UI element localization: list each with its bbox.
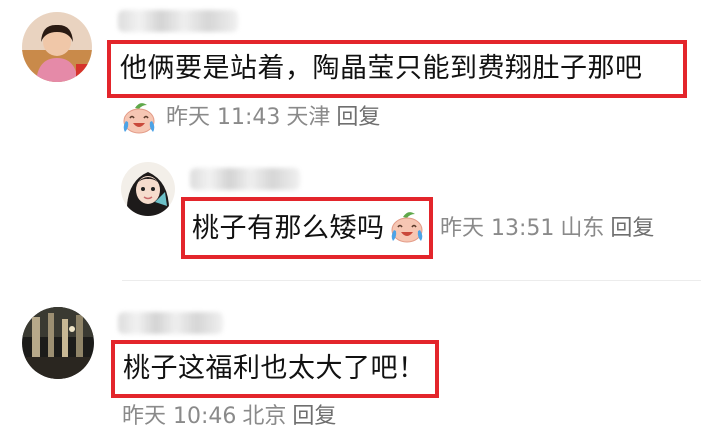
reply-button[interactable]: 回复 — [292, 404, 336, 429]
avatar-user-2[interactable] — [121, 162, 175, 216]
timestamp: 昨天 11:43 — [166, 105, 281, 130]
timestamp: 昨天 10:46 — [122, 404, 237, 429]
blurred-username-1 — [118, 10, 238, 32]
location: 北京 — [242, 404, 287, 429]
comment-text-2: 桃子有那么矮吗 — [192, 213, 385, 244]
timestamp: 昨天 13:51 — [440, 216, 555, 241]
comment-text-3: 桃子这福利也太大了吧！ — [123, 353, 426, 384]
comment-text-1: 他俩要是站着，陶晶莹只能到费翔肚子那吧 — [120, 53, 643, 84]
comment-meta-3: 昨天 10:46 北京 回复 — [122, 403, 342, 431]
location: 山东 — [560, 216, 605, 241]
comment-meta-1: 昨天 11:43 天津 回复 — [166, 104, 386, 132]
reply-button[interactable]: 回复 — [336, 105, 380, 130]
comment-meta-2: 昨天 13:51 山东 回复 — [440, 215, 660, 243]
reply-button[interactable]: 回复 — [610, 216, 654, 241]
blurred-username-3 — [118, 312, 223, 334]
location: 天津 — [286, 105, 331, 130]
comment-divider — [122, 280, 701, 281]
crying-laughing-peach-emoji — [120, 101, 158, 139]
crying-laughing-peach-emoji — [388, 210, 426, 248]
avatar-user-3[interactable] — [22, 307, 94, 379]
blurred-username-2 — [190, 168, 300, 190]
avatar-user-1[interactable] — [22, 12, 92, 82]
